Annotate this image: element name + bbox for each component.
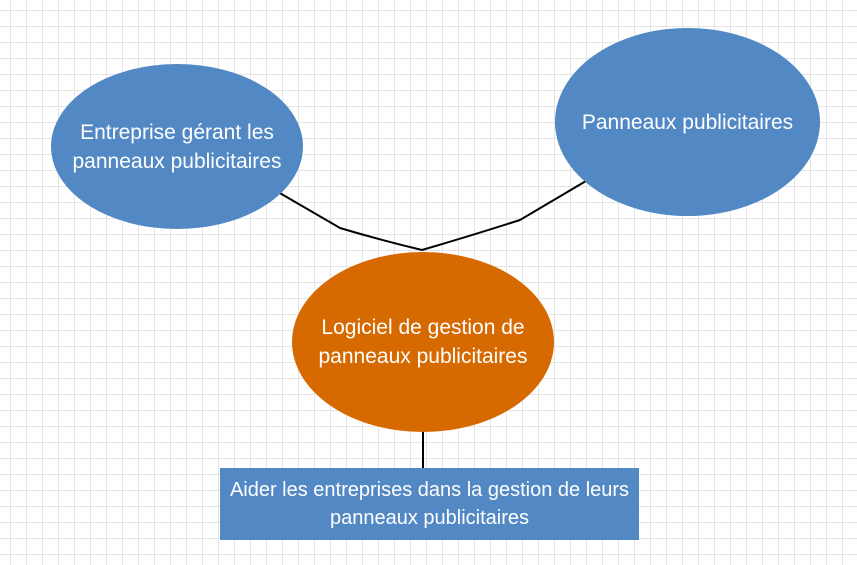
edge-billboards-to-software [421, 180, 587, 251]
node-company[interactable]: Entreprise gérant les panneaux publicita… [51, 64, 303, 229]
node-goal[interactable]: Aider les entreprises dans la gestion de… [220, 468, 639, 540]
node-goal-label: Aider les entreprises dans la gestion de… [229, 479, 630, 529]
diagram-canvas: Entreprise gérant les panneaux publicita… [0, 0, 857, 565]
edge-company-to-software [277, 191, 423, 251]
node-billboards[interactable]: Panneaux publicitaires [555, 28, 820, 216]
node-software-label: Logiciel de gestion de panneaux publicit… [318, 316, 528, 368]
node-software[interactable]: Logiciel de gestion de panneaux publicit… [292, 252, 554, 432]
node-billboards-label: Panneaux publicitaires [581, 110, 794, 134]
node-company-label: Entreprise gérant les panneaux publicita… [72, 120, 282, 173]
